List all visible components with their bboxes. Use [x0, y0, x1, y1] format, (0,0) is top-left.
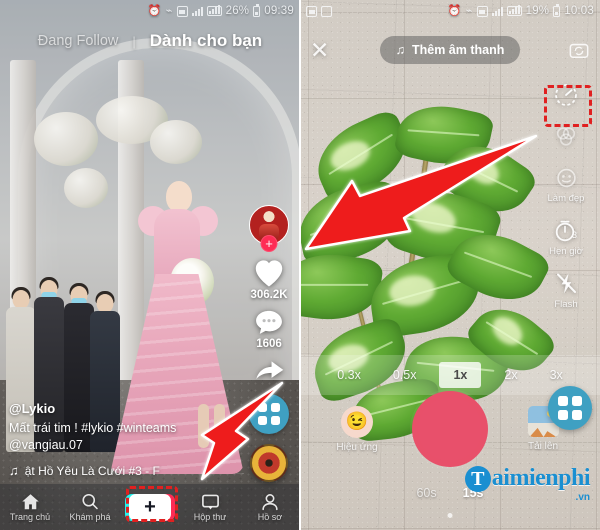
add-sound-label: Thêm âm thanh — [412, 43, 505, 57]
flip-camera-button[interactable] — [560, 40, 590, 60]
heart-icon[interactable] — [252, 257, 286, 288]
record-button[interactable] — [412, 391, 488, 467]
arrow-to-speed-tool — [300, 132, 542, 257]
mode-60s[interactable]: 60s — [416, 486, 436, 500]
signal2-icon — [506, 5, 522, 16]
tab-following[interactable]: Đang Follow — [38, 33, 119, 49]
music-title: ật Hồ Yêu Là Cưới #3 - F — [24, 463, 160, 478]
plus-button-highlight — [126, 486, 178, 522]
screenshot-icon — [306, 5, 317, 17]
arrow-to-plus-button — [178, 381, 288, 486]
flip-camera-icon — [569, 43, 589, 59]
tool-filter[interactable] — [539, 125, 593, 152]
sim-icon — [476, 5, 488, 17]
alarm-icon: ⏰ — [147, 4, 162, 17]
floral-decor — [64, 168, 108, 208]
wifi-off-icon: ⌁ — [165, 4, 173, 17]
screen-record-icon — [321, 5, 332, 17]
music-note-icon: ♫ — [395, 43, 405, 57]
like-action[interactable]: 306.2K — [250, 257, 288, 301]
tab-separator: | — [132, 33, 136, 49]
tool-label-timer: Hẹn giờ — [549, 246, 583, 257]
speed-tool-highlight — [544, 85, 592, 127]
nav-item-profile[interactable]: Hồ sơ — [242, 492, 298, 522]
upload-label: Tải lên — [527, 441, 558, 452]
svg-text:3: 3 — [572, 230, 577, 240]
wifi-icon: ⌁ — [465, 4, 473, 17]
smiley-icon: 😉 — [341, 405, 373, 438]
close-icon[interactable]: ✕ — [310, 38, 340, 62]
comment-action[interactable]: 1606 — [253, 308, 285, 350]
clock: 09:39 — [264, 5, 294, 17]
effects-label: Hiệu ứng — [336, 441, 378, 453]
profile-icon — [262, 494, 278, 511]
search-icon — [82, 493, 98, 510]
battery-icon — [253, 3, 261, 17]
grid-icon — [558, 396, 582, 420]
sim-icon — [176, 5, 188, 17]
signal-icon — [191, 6, 203, 16]
watermark-taimienphi: T aimienphi .vn — [464, 464, 591, 503]
nav-item-inbox[interactable]: Hộp thư — [182, 492, 238, 522]
status-icons-right: ⏰ ⌁ 26% 09:39 — [147, 3, 294, 17]
tool-beauty[interactable]: Làm đẹp — [539, 166, 593, 204]
tool-flash[interactable]: Flash — [539, 271, 593, 310]
battery-icon — [553, 3, 561, 17]
battery-percent: 26% — [225, 5, 250, 17]
right-phone-camera-screen: ⏰ ⌁ 19% 10:03 ✕ ♫ Thêm âm thanh Làm đẹp … — [300, 0, 600, 530]
home-indicator — [447, 513, 453, 518]
tab-for-you[interactable]: Dành cho bạn — [150, 31, 262, 51]
floral-decor — [34, 112, 98, 166]
dual-screenshot-container: ⏰ ⌁ 26% 09:39 Đang Follow | Dành cho bạn — [0, 0, 600, 530]
nav-label-discover: Khám phá — [69, 512, 111, 522]
tool-label-flash: Flash — [554, 299, 578, 310]
nav-item-discover[interactable]: Khám phá — [62, 492, 118, 522]
alarm-icon: ⏰ — [447, 4, 462, 17]
right-status-bar: ⏰ ⌁ 19% 10:03 — [300, 0, 600, 22]
panel-divider — [299, 0, 301, 530]
clock: 10:03 — [564, 5, 594, 17]
signal2-icon — [206, 5, 222, 16]
follow-plus-button[interactable]: + — [260, 235, 278, 252]
signal-icon — [491, 6, 503, 16]
home-icon — [21, 494, 39, 510]
feed-header-tabs: Đang Follow | Dành cho bạn — [0, 26, 300, 56]
beauty-icon — [556, 168, 576, 188]
watermark-text: aimienphi — [491, 464, 591, 491]
author-avatar-wrap[interactable]: + — [249, 205, 289, 252]
inbox-icon — [201, 494, 219, 510]
effects-button[interactable]: 😉 Hiệu ứng — [326, 405, 388, 453]
nav-label-profile: Hồ sơ — [257, 512, 283, 522]
comment-count: 1606 — [256, 338, 282, 350]
nav-item-home[interactable]: Trang chủ — [2, 492, 58, 522]
left-status-bar: ⏰ ⌁ 26% 09:39 — [0, 0, 300, 22]
battery-percent: 19% — [525, 5, 550, 17]
camera-grid-shortcut-button[interactable] — [548, 386, 592, 430]
nav-label-home: Trang chủ — [9, 512, 51, 522]
left-phone-tiktok-feed: ⏰ ⌁ 26% 09:39 Đang Follow | Dành cho bạn — [0, 0, 300, 530]
watermark-domain: .vn — [575, 492, 590, 503]
nav-label-inbox: Hộp thư — [193, 512, 227, 522]
timer-icon: 3 — [555, 220, 577, 242]
music-note-icon: ♫ — [9, 463, 19, 478]
like-count: 306.2K — [250, 289, 288, 301]
status-icons-right: ⏰ ⌁ 19% 10:03 — [447, 3, 594, 17]
comment-icon[interactable] — [253, 308, 285, 337]
flash-off-icon — [556, 273, 576, 294]
watermark-initial: T — [464, 466, 491, 492]
tool-timer[interactable]: 3 Hẹn giờ — [539, 218, 593, 257]
add-sound-button[interactable]: ♫ Thêm âm thanh — [379, 36, 521, 64]
camera-top-bar: ✕ ♫ Thêm âm thanh — [300, 32, 600, 68]
filter-icon — [556, 127, 576, 146]
tool-label-beauty: Làm đẹp — [547, 193, 585, 204]
status-icons-left — [306, 5, 332, 17]
